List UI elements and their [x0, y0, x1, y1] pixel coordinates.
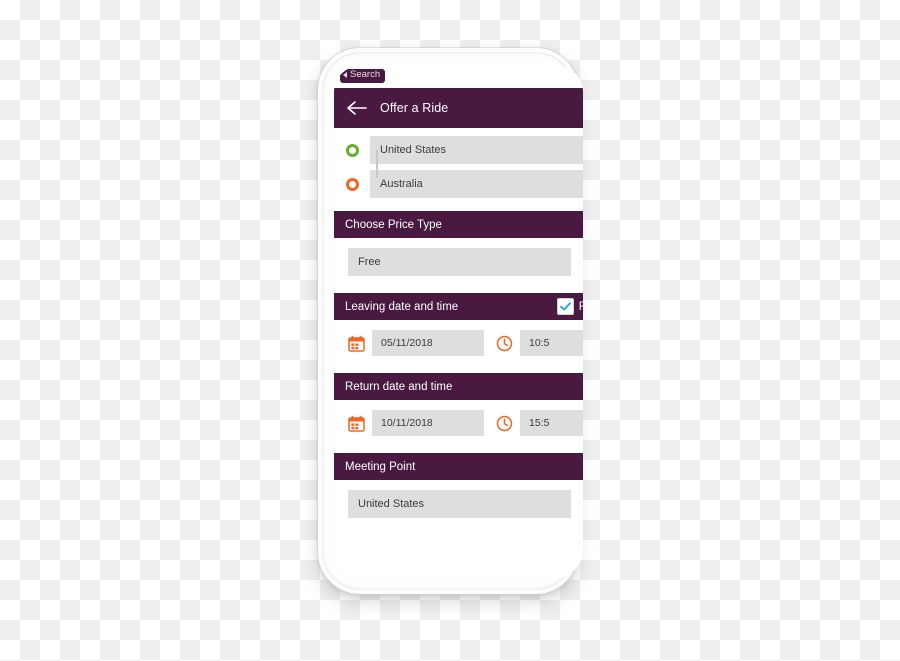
- leaving-datetime-block: 05/11/2018 10:5: [334, 320, 583, 366]
- status-bar-back-to-search[interactable]: Search: [340, 69, 386, 83]
- price-type-block: Free: [334, 238, 583, 286]
- status-bar: Search: [334, 66, 583, 88]
- clock-icon: [492, 415, 516, 432]
- section-title-meeting-point: Meeting Point: [345, 460, 416, 473]
- route-block: United States Australia: [334, 128, 583, 204]
- calendar-icon: [344, 415, 368, 432]
- screen-bottom-spacer: [334, 528, 583, 538]
- meeting-point-input[interactable]: United States: [348, 490, 571, 518]
- leaving-time-input[interactable]: 10:5: [520, 330, 583, 356]
- section-title-price-type: Choose Price Type: [345, 218, 442, 231]
- clock-icon: [492, 335, 516, 352]
- calendar-icon: [344, 335, 368, 352]
- origin-input[interactable]: United States: [370, 136, 583, 164]
- leaving-datetime-row: 05/11/2018 10:5: [334, 330, 583, 356]
- origin-circle-icon: [334, 143, 370, 157]
- route-row-origin: United States: [334, 136, 583, 164]
- destination-input[interactable]: Australia: [370, 170, 583, 198]
- section-header-meeting-point: Meeting Point: [334, 453, 583, 480]
- return-trip-toggle-group: R: [556, 298, 583, 315]
- return-date-input[interactable]: 10/11/2018: [372, 410, 484, 436]
- meeting-point-block: United States: [334, 480, 583, 528]
- return-datetime-row: 10/11/2018 15:5: [334, 410, 583, 436]
- return-time-input[interactable]: 15:5: [520, 410, 583, 436]
- return-datetime-block: 10/11/2018 15:5: [334, 400, 583, 446]
- app-header: Offer a Ride: [334, 88, 583, 128]
- notch-cutout: [406, 66, 511, 86]
- section-header-return-datetime: Return date and time: [334, 373, 583, 400]
- status-bar-back-label: Search: [350, 69, 381, 80]
- section-header-leaving-datetime: Leaving date and time R: [334, 293, 583, 320]
- route-row-destination: Australia: [334, 170, 583, 198]
- section-title-leaving-datetime: Leaving date and time: [345, 300, 459, 313]
- return-trip-checkbox[interactable]: [556, 298, 574, 315]
- price-type-select[interactable]: Free: [348, 248, 571, 276]
- phone-device-mockup: Search Offer a Ride United States Austra…: [318, 48, 583, 594]
- route-connector-line: [376, 150, 378, 178]
- destination-circle-icon: [334, 177, 370, 191]
- arrow-left-icon[interactable]: [344, 95, 370, 121]
- phone-screen: Search Offer a Ride United States Austra…: [334, 66, 583, 578]
- section-title-return-datetime: Return date and time: [345, 380, 453, 393]
- leaving-date-input[interactable]: 05/11/2018: [372, 330, 484, 356]
- chevron-left-icon: [343, 72, 347, 79]
- section-header-price-type: Choose Price Type: [334, 211, 583, 238]
- page-title: Offer a Ride: [380, 101, 449, 115]
- return-trip-label: R: [578, 300, 583, 313]
